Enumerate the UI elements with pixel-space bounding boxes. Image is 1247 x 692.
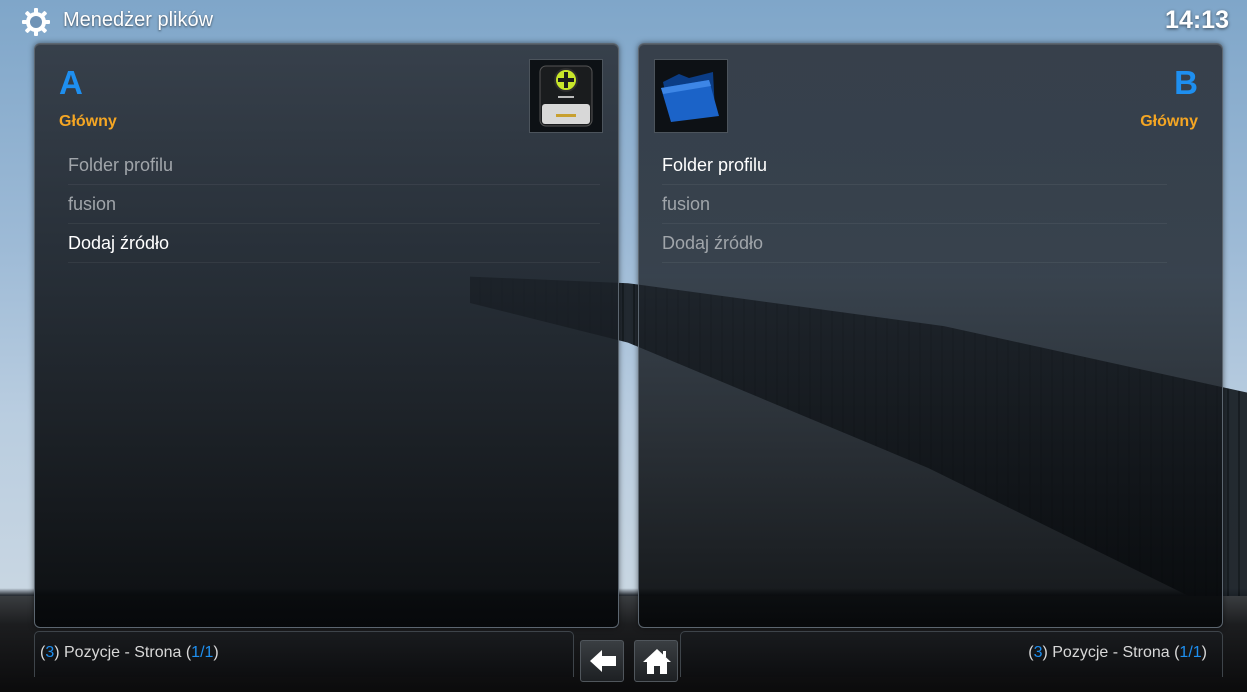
panel-a-letter: A <box>59 64 83 101</box>
clock: 14:13 <box>1165 6 1229 34</box>
back-button[interactable] <box>580 640 624 682</box>
panel-a: A Główny Folder profilu fusion Dodaj źró… <box>34 43 619 628</box>
status-text: ) Pozycje - Strona ( <box>1042 644 1180 661</box>
status-paren-close: ) <box>213 644 219 661</box>
page-indicator: 1/1 <box>191 644 214 661</box>
list-item-fusion[interactable]: fusion <box>68 185 600 224</box>
list-item-fusion[interactable]: fusion <box>662 185 1167 224</box>
list-item-dodaj-zrodlo[interactable]: Dodaj źródło <box>68 224 600 263</box>
panel-b-letter: B <box>1174 64 1198 101</box>
item-count: 3 <box>45 644 55 661</box>
status-text: ) Pozycje - Strona ( <box>54 644 192 661</box>
panel-b-thumbnail <box>654 59 728 133</box>
home-button[interactable] <box>634 640 678 682</box>
panel-a-status: (3) Pozycje - Strona (1/1) <box>34 631 574 677</box>
panel-b: B Główny Folder profilu fusion Dodaj źró… <box>638 43 1223 628</box>
gear-icon <box>21 7 51 37</box>
back-arrow-icon <box>590 650 616 672</box>
header-bar: Menedżer plików 14:13 <box>0 0 1247 42</box>
blue-folder-icon <box>661 72 719 122</box>
home-icon <box>643 649 671 674</box>
app-title: Menedżer plików <box>63 9 214 31</box>
page-indicator: 1/1 <box>1179 644 1202 661</box>
panel-b-list: Folder profilu fusion Dodaj źródło <box>639 146 1222 263</box>
panel-a-list: Folder profilu fusion Dodaj źródło <box>35 146 618 263</box>
panel-a-subtitle: Główny <box>59 113 117 130</box>
list-item-folder-profilu[interactable]: Folder profilu <box>68 146 600 185</box>
list-item-dodaj-zrodlo[interactable]: Dodaj źródło <box>662 224 1167 263</box>
add-source-drive-icon <box>539 65 593 127</box>
panel-a-thumbnail <box>529 59 603 133</box>
list-item-folder-profilu[interactable]: Folder profilu <box>662 146 1167 185</box>
status-paren-close: ) <box>1201 644 1207 661</box>
panel-b-subtitle: Główny <box>1140 113 1198 130</box>
panel-b-status: (3) Pozycje - Strona (1/1) <box>680 631 1223 677</box>
